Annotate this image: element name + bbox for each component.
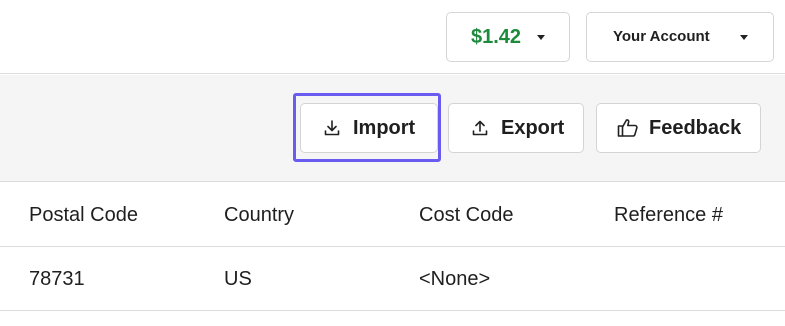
feedback-button[interactable]: Feedback — [596, 103, 761, 153]
balance-dropdown[interactable]: $1.42 — [446, 12, 570, 62]
export-label: Export — [501, 116, 565, 139]
column-header-reference[interactable]: Reference # — [614, 183, 723, 247]
import-button[interactable]: Import — [300, 103, 438, 153]
chevron-down-icon — [740, 35, 748, 40]
table-row[interactable]: 78731 US <None> — [0, 247, 785, 311]
account-label: Your Account — [613, 28, 710, 45]
feedback-label: Feedback — [649, 116, 742, 139]
top-bar: $1.42 Your Account — [0, 0, 785, 74]
balance-amount: $1.42 — [471, 26, 522, 48]
cell-postal-code: 78731 — [29, 268, 85, 290]
thumbs-up-icon — [617, 119, 638, 137]
import-label: Import — [353, 116, 416, 139]
column-header-country[interactable]: Country — [224, 183, 294, 247]
cell-country: US — [224, 268, 252, 290]
column-header-cost-code[interactable]: Cost Code — [419, 183, 514, 247]
export-button[interactable]: Export — [448, 103, 584, 153]
table-header: Postal Code Country Cost Code Reference … — [0, 183, 785, 247]
column-header-postal-code[interactable]: Postal Code — [29, 183, 138, 247]
cell-cost-code: <None> — [419, 268, 491, 290]
data-table: Postal Code Country Cost Code Reference … — [0, 183, 785, 311]
chevron-down-icon — [537, 35, 545, 40]
download-icon — [324, 120, 340, 136]
upload-icon — [472, 120, 488, 136]
account-dropdown[interactable]: Your Account — [586, 12, 774, 62]
toolbar: Import Export Feedback — [0, 75, 785, 182]
